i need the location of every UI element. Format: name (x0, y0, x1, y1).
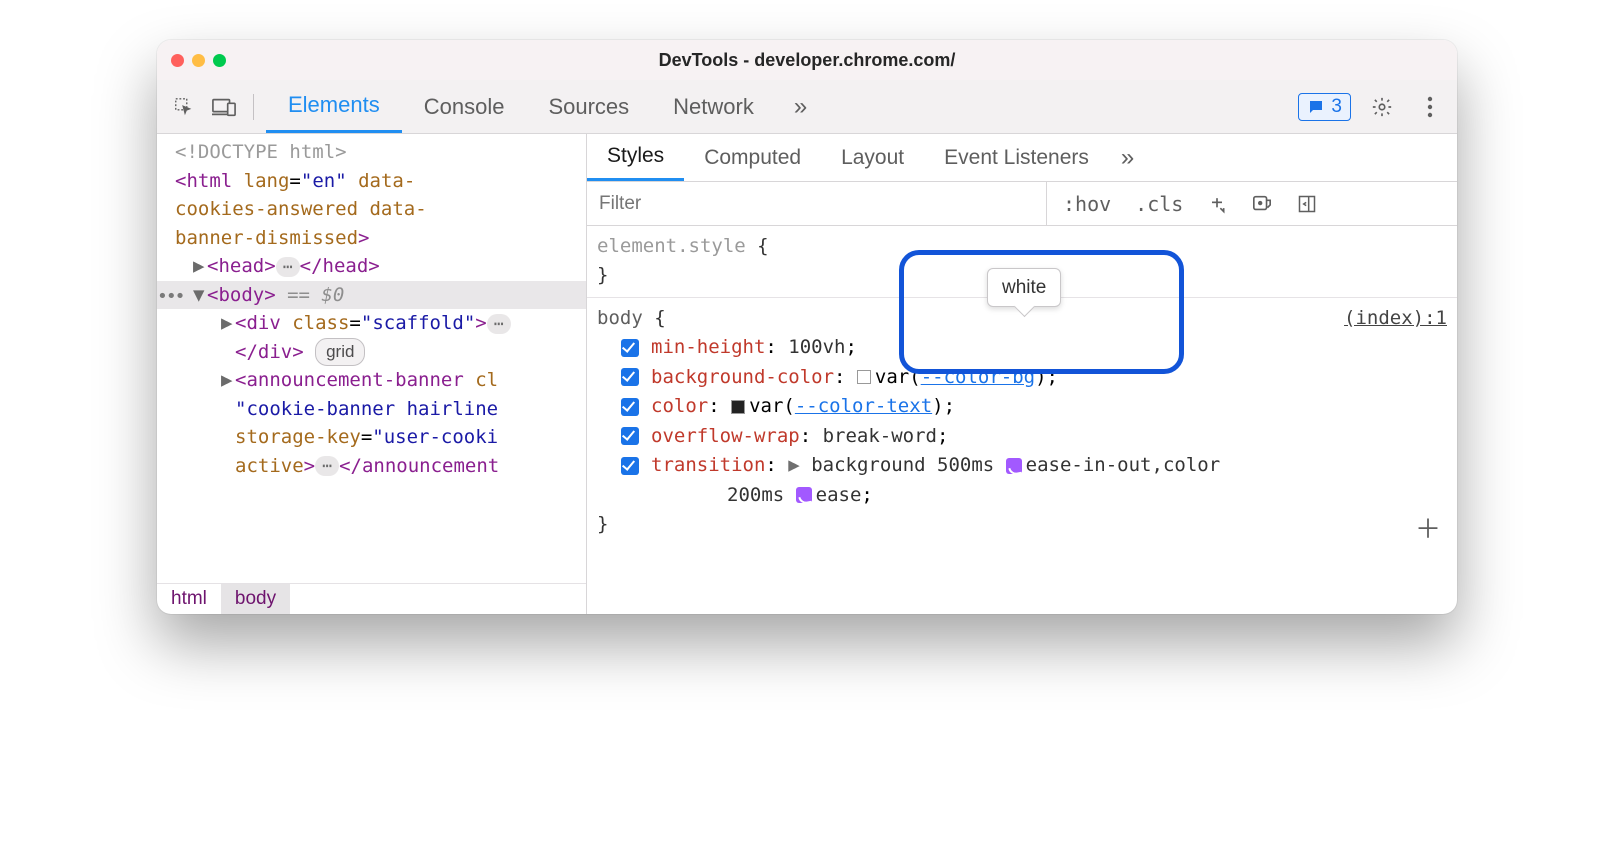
color-swatch-icon[interactable] (857, 370, 871, 384)
tab-sources[interactable]: Sources (526, 80, 651, 133)
minimize-window-button[interactable] (192, 54, 205, 67)
prop-background-color[interactable]: background-color: var(--color-bg); (597, 363, 1447, 392)
prop-transition-cont: 200ms ease; (597, 481, 1447, 510)
expand-caret-icon[interactable]: ▶ (193, 252, 207, 281)
styles-panel: Styles Computed Layout Event Listeners »… (587, 134, 1457, 614)
hov-toggle[interactable]: :hov (1057, 190, 1117, 218)
window-title: DevTools - developer.chrome.com/ (157, 50, 1457, 71)
content-split: <!DOCTYPE html> <html lang="en" data- co… (157, 134, 1457, 614)
css-variable-link[interactable]: --color-bg (921, 366, 1035, 388)
more-subtabs-icon[interactable]: » (1109, 144, 1146, 172)
easing-swatch-icon[interactable] (796, 487, 812, 503)
main-toolbar: Elements Console Sources Network » 3 (157, 80, 1457, 134)
tab-layout[interactable]: Layout (821, 134, 924, 181)
styles-sub-tabs: Styles Computed Layout Event Listeners » (587, 134, 1457, 182)
kebab-menu-icon[interactable] (1413, 90, 1447, 124)
maximize-window-button[interactable] (213, 54, 226, 67)
breadcrumb-html[interactable]: html (157, 584, 221, 614)
toolbar-right: 3 (1298, 90, 1447, 124)
enable-checkbox[interactable] (621, 457, 639, 475)
prop-min-height[interactable]: min-height: 100vh; (597, 333, 1447, 362)
more-tabs-icon[interactable]: » (782, 93, 819, 121)
expand-caret-icon[interactable]: ▶ (221, 309, 235, 338)
enable-checkbox[interactable] (621, 339, 639, 357)
tab-console[interactable]: Console (402, 80, 527, 133)
selected-dom-node[interactable]: ••• ▼<body> == $0 (157, 281, 586, 310)
dom-doctype: <!DOCTYPE html> (175, 141, 347, 163)
device-toggle-icon[interactable] (207, 90, 241, 124)
styles-filter-input[interactable] (587, 182, 1047, 225)
settings-icon[interactable] (1365, 90, 1399, 124)
tab-computed[interactable]: Computed (684, 134, 821, 181)
style-rules: element.style { } body { (index):1 min-h… (587, 226, 1457, 560)
ellipsis-icon[interactable]: ⋯ (276, 257, 300, 277)
filter-tools: :hov .cls (1047, 190, 1333, 218)
rule-selector[interactable]: body (597, 307, 643, 329)
paint-palette-icon[interactable] (1245, 192, 1279, 216)
easing-swatch-icon[interactable] (1006, 458, 1022, 474)
tab-event-listeners[interactable]: Event Listeners (924, 134, 1109, 181)
close-window-button[interactable] (171, 54, 184, 67)
titlebar: DevTools - developer.chrome.com/ (157, 40, 1457, 80)
elements-panel: <!DOCTYPE html> <html lang="en" data- co… (157, 134, 587, 614)
ellipsis-icon[interactable]: ⋯ (487, 314, 511, 334)
issues-count-button[interactable]: 3 (1298, 93, 1351, 121)
var-resolved-tooltip: white (987, 268, 1061, 307)
tab-network[interactable]: Network (651, 80, 776, 133)
inspect-element-icon[interactable] (167, 90, 201, 124)
enable-checkbox[interactable] (621, 368, 639, 386)
grid-badge[interactable]: grid (315, 338, 365, 366)
dom-breadcrumbs: html body (157, 583, 586, 614)
cls-toggle[interactable]: .cls (1129, 190, 1189, 218)
dom-tree[interactable]: <!DOCTYPE html> <html lang="en" data- co… (157, 134, 586, 583)
tab-styles[interactable]: Styles (587, 134, 684, 181)
breadcrumb-body[interactable]: body (221, 584, 290, 614)
separator (253, 94, 254, 120)
color-swatch-icon[interactable] (731, 400, 745, 414)
tab-elements[interactable]: Elements (266, 80, 402, 133)
prop-overflow-wrap[interactable]: overflow-wrap: break-word; (597, 422, 1447, 451)
row-actions-icon[interactable]: ••• (157, 283, 184, 310)
filter-row: :hov .cls (587, 182, 1457, 226)
collapse-caret-icon[interactable]: ▼ (193, 281, 207, 310)
main-tabs: Elements Console Sources Network (266, 80, 776, 133)
prop-color[interactable]: color: var(--color-text); (597, 392, 1447, 421)
prop-transition[interactable]: transition: ▶ background 500ms ease-in-o… (597, 451, 1447, 480)
add-property-icon[interactable]: ＋ (1409, 510, 1447, 550)
traffic-lights (171, 54, 226, 67)
computed-panel-toggle-icon[interactable] (1291, 192, 1323, 216)
rule-source-link[interactable]: (index):1 (1344, 307, 1447, 329)
devtools-window: DevTools - developer.chrome.com/ Element… (157, 40, 1457, 614)
dollar-zero-indicator: == $0 (287, 284, 344, 306)
ellipsis-icon[interactable]: ⋯ (315, 456, 339, 476)
enable-checkbox[interactable] (621, 398, 639, 416)
css-variable-link[interactable]: --color-text (795, 395, 932, 417)
enable-checkbox[interactable] (621, 427, 639, 445)
issues-count: 3 (1331, 96, 1342, 118)
new-style-rule-icon[interactable] (1201, 192, 1233, 216)
expand-caret-icon[interactable]: ▶ (221, 366, 235, 395)
